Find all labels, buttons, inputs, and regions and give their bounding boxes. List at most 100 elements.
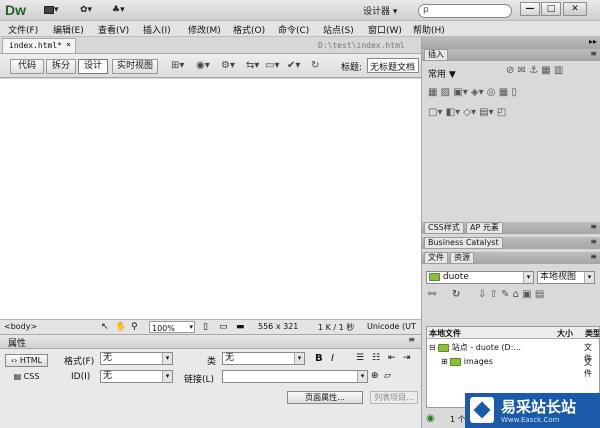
document-tab-label: index.html* [9, 41, 62, 50]
panel-menu-icon[interactable]: ≡ [590, 252, 597, 261]
ordered-list-icon[interactable]: ☷ [372, 353, 380, 363]
file-action-icons[interactable]: ⇩ ⇧ ✎ ⌂ ▣ ▤ [478, 289, 544, 300]
insert-icons-row2[interactable]: ▦ ▨ ▣▾ ◈▾ ◎ ▦ ▯ [428, 87, 517, 98]
tab-ap-elements[interactable]: AP 元素 [466, 222, 503, 234]
chevron-down-icon: ▾ [189, 323, 193, 331]
refresh-icon[interactable]: ↻ [452, 289, 460, 300]
close-button[interactable]: ✕ [563, 2, 587, 16]
encoding: Unicode (UT [367, 322, 416, 331]
file-management-icon[interactable]: ⇆▾ [246, 60, 259, 71]
page-properties-button[interactable]: 页面属性... [287, 391, 363, 404]
tablet-size-icon[interactable]: ▭ [219, 322, 228, 332]
menu-insert[interactable]: 插入(I) [143, 23, 171, 36]
desktop-size-icon[interactable]: ▬ [236, 322, 245, 332]
debug-icon[interactable]: ⚙▾ [221, 60, 235, 71]
minimize-button[interactable]: — [520, 2, 540, 16]
hand-tool-icon[interactable]: ✋ [115, 322, 126, 332]
design-view-button[interactable]: 设计 [78, 59, 108, 74]
list-item[interactable]: ⊞ images [441, 357, 493, 366]
tab-business-catalyst[interactable]: Business Catalyst [424, 237, 503, 249]
maximize-button[interactable]: □ [541, 2, 561, 16]
title-label: 标题: [341, 63, 363, 73]
refresh-icon[interactable]: ↻ [311, 60, 319, 71]
panel-menu-icon[interactable]: ≡ [590, 222, 597, 231]
tab-insert[interactable]: 插入 [424, 49, 448, 61]
phone-size-icon[interactable]: ▯ [203, 322, 208, 332]
insert-icons-row3[interactable]: ▢▾ ◧▾ ◇▾ ▤▾ ◰ [428, 107, 506, 118]
panel-menu-icon[interactable]: ≡ [590, 237, 597, 246]
document-tab[interactable]: index.html* × [2, 38, 76, 53]
site-name: duote [442, 272, 469, 282]
italic-button[interactable]: I [331, 353, 334, 364]
insert-category-select[interactable]: 常用 ▼ [428, 67, 456, 80]
tab-assets[interactable]: 资源 [450, 252, 474, 264]
menu-window[interactable]: 窗口(W) [368, 23, 402, 36]
preview-browser-icon[interactable]: ◉▾ [196, 60, 210, 71]
insert-icons-row1[interactable]: ⊘ ✉ ⚓ ▦ ▥ [506, 65, 563, 76]
tab-files[interactable]: 文件 [424, 252, 448, 264]
menu-site[interactable]: 站点(S) [323, 23, 354, 36]
indent-icon[interactable]: ⇥ [403, 353, 411, 363]
workspace-switcher[interactable]: 设计器 ▾ [363, 4, 397, 17]
list-item[interactable]: ⊟ 站点 - duote (D:... [429, 342, 521, 353]
link-input[interactable]: ▾ [222, 370, 368, 383]
split-view-button[interactable]: 拆分 [46, 59, 76, 74]
panel-menu-icon[interactable]: ≡ [590, 49, 597, 58]
search-input[interactable]: ρ [418, 4, 512, 18]
col-size[interactable]: 大小 [557, 328, 573, 339]
validate-icon[interactable]: ✔▾ [287, 60, 300, 71]
outdent-icon[interactable]: ⇤ [388, 353, 396, 363]
view-select[interactable]: 本地视图 ▾ [537, 271, 595, 284]
css-panel-header: CSS样式 AP 元素 ≡ [422, 222, 600, 234]
menu-view[interactable]: 查看(V) [98, 23, 129, 36]
design-canvas[interactable] [0, 79, 421, 319]
expand-icon[interactable]: ⊞ [441, 357, 448, 366]
extend-gear-icon[interactable]: ✿▾ [80, 5, 92, 17]
tag-selector[interactable]: <body> [4, 322, 37, 331]
insert-panel-header: 插入 ≡ [422, 49, 600, 61]
menu-format[interactable]: 格式(O) [233, 23, 265, 36]
site-select[interactable]: duote ▾ [426, 271, 534, 284]
folder-icon [438, 343, 450, 352]
status-globe-icon: ◉ [426, 413, 435, 424]
window-size[interactable]: 556 x 321 [258, 322, 298, 331]
html-mode-button[interactable]: ‹› HTML [5, 354, 48, 367]
menu-edit[interactable]: 编辑(E) [53, 23, 84, 36]
bc-panel-header: Business Catalyst ≡ [422, 237, 600, 249]
collapse-icon[interactable]: ⊟ [429, 343, 436, 352]
list-item-button[interactable]: 列表项目... [370, 391, 418, 404]
html-mode-label: HTML [19, 356, 43, 365]
collapse-panels-icon[interactable]: ▸▸ [589, 37, 597, 46]
panel-menu-icon[interactable]: ≡ [408, 335, 415, 344]
close-tab-icon[interactable]: × [66, 40, 71, 49]
menu-file[interactable]: 文件(F) [8, 23, 38, 36]
code-view-button[interactable]: 代码 [10, 59, 44, 74]
zoom-select[interactable]: 100% ▾ [149, 321, 195, 333]
col-type[interactable]: 类型 [585, 328, 599, 339]
properties-header: 属性 ≡ [0, 335, 421, 349]
class-select[interactable]: 无 ▾ [222, 352, 305, 365]
point-to-file-icon[interactable]: ⊕ [371, 371, 379, 381]
menu-commands[interactable]: 命令(C) [278, 23, 309, 36]
site-icon[interactable]: ♣▾ [112, 5, 125, 17]
browse-folder-icon[interactable]: ▱ [384, 371, 391, 381]
css-mode-button[interactable]: ▤ CSS [5, 371, 48, 384]
visual-aids-icon[interactable]: ▭▾ [265, 60, 279, 71]
id-select[interactable]: 无 ▾ [100, 370, 173, 383]
unordered-list-icon[interactable]: ☰ [356, 353, 364, 363]
status-bar: <body> ↖ ✋ ⚲ 100% ▾ ▯ ▭ ▬ 556 x 321 1 K /… [0, 319, 421, 335]
live-view-button[interactable]: 实时视图 [112, 59, 158, 74]
col-local-files[interactable]: 本地文件 [429, 328, 461, 339]
zoom-tool-icon[interactable]: ⚲ [131, 322, 138, 332]
menu-modify[interactable]: 修改(M) [188, 23, 221, 36]
tab-css-styles[interactable]: CSS样式 [424, 222, 464, 234]
menu-help[interactable]: 帮助(H) [413, 23, 445, 36]
connect-icon[interactable]: ⚯ [428, 289, 436, 300]
bold-button[interactable]: B [315, 353, 323, 364]
files-panel-header: 文件 资源 ≡ [422, 252, 600, 264]
format-select[interactable]: 无 ▾ [100, 352, 173, 365]
layout-icon[interactable]: ▾ [44, 5, 59, 17]
document-title-field[interactable]: 无标题文档 [367, 58, 419, 73]
select-tool-icon[interactable]: ↖ [101, 322, 109, 332]
multiscreen-icon[interactable]: ⊞▾ [171, 60, 184, 71]
